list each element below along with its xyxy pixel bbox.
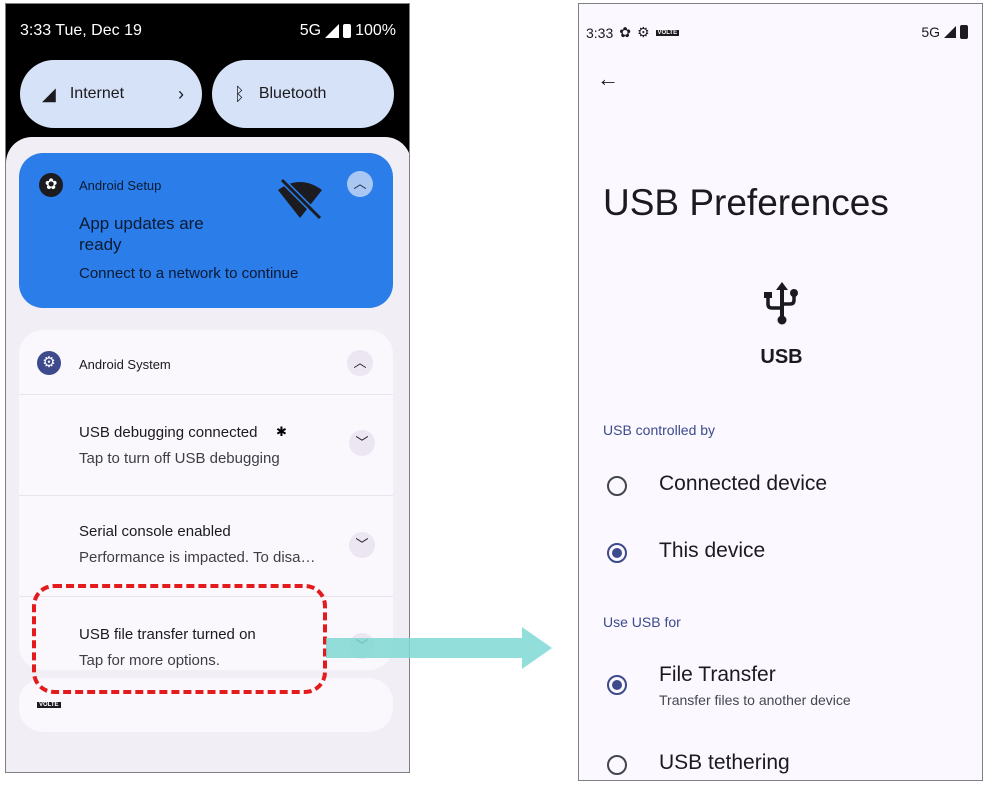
gear-icon: ✿ [39, 173, 63, 197]
settings-icon: ⚙ [37, 351, 61, 375]
radio-button[interactable] [607, 755, 627, 775]
arrow-right-icon [326, 627, 552, 669]
status-bar: 3:33 Tue, Dec 19 5G 100% [20, 22, 396, 46]
battery-icon [343, 24, 352, 38]
option-label: Connected device [659, 472, 828, 495]
radio-button[interactable] [607, 476, 627, 496]
collapse-button[interactable]: ︿ [347, 171, 373, 197]
page-title: USB Preferences [603, 182, 889, 223]
notification-app-name: Android Setup [79, 178, 162, 193]
quick-tile-internet[interactable]: ◢ Internet › [20, 60, 202, 128]
quick-tile-label: Bluetooth [258, 85, 327, 102]
notification-title: USB debugging connected [79, 424, 258, 441]
usb-label: USB [760, 346, 803, 368]
option-label: File Transfer [659, 663, 776, 686]
status-bar: 3:33 ✿ ⚙ VOLTE 5G [586, 24, 968, 44]
option-this-device[interactable]: This device [579, 526, 982, 576]
expand-button[interactable]: ﹀ [349, 532, 375, 558]
option-subtitle: Transfer files to another device [659, 692, 851, 708]
signal-icon [944, 26, 956, 38]
notification-body: Connect to a network to continue [79, 265, 299, 282]
network-type: 5G [299, 22, 322, 39]
radio-button-selected[interactable] [607, 675, 627, 695]
bluetooth-icon: ᛒ [234, 83, 245, 104]
debug-icon: ⚙ [636, 24, 650, 40]
wifi-off-icon [278, 178, 323, 220]
option-usb-tethering[interactable]: USB tethering [579, 739, 982, 780]
quick-tile-label: Internet [69, 85, 125, 102]
section-header-controlled-by: USB controlled by [603, 422, 716, 438]
notification-body: Tap to turn off USB debugging [79, 450, 280, 467]
network-type: 5G [921, 24, 940, 40]
notification-title: Serial console enabled [79, 523, 231, 540]
notification-serial-console[interactable]: Serial console enabled Performance is im… [19, 495, 393, 593]
collapse-group-button[interactable]: ︿ [347, 350, 373, 376]
notification-title: App updates are ready [79, 214, 204, 254]
bug-icon: ✱ [276, 424, 287, 439]
signal-icon: ◢ [42, 83, 56, 104]
settings-icon: ✿ [619, 24, 631, 40]
option-connected-device[interactable]: Connected device [579, 459, 982, 509]
status-time: 3:33 [586, 24, 614, 41]
status-right: 5G [921, 24, 968, 40]
status-right: 5G 100% [300, 22, 396, 40]
battery-icon [960, 25, 968, 39]
quick-tile-bluetooth[interactable]: ᛒ Bluetooth [212, 60, 394, 128]
signal-icon [325, 24, 340, 38]
notification-app-name: Android System [79, 357, 171, 372]
notification-body: Performance is impacted. To disa… [79, 549, 316, 566]
option-label: USB tethering [659, 751, 790, 774]
android-setup-notification[interactable]: ✿ Android Setup App updates are ready Co… [19, 153, 393, 308]
highlight-dashed-box [32, 584, 327, 694]
volte-badge: VOLTE [655, 29, 680, 36]
usb-preferences-screen: 3:33 ✿ ⚙ VOLTE 5G ← USB Preferences USB … [578, 3, 983, 781]
option-label: This device [659, 539, 766, 562]
status-left: 3:33 ✿ ⚙ VOLTE [586, 24, 680, 41]
option-file-transfer[interactable]: File Transfer Transfer files to another … [579, 652, 982, 712]
radio-button-selected[interactable] [607, 543, 627, 563]
notification-usb-debugging[interactable]: USB debugging connected ✱ Tap to turn of… [19, 394, 393, 492]
chevron-right-icon: › [178, 83, 184, 104]
expand-button[interactable]: ﹀ [349, 430, 375, 456]
volte-badge: VOLTE [37, 702, 61, 708]
battery-percent: 100% [355, 22, 396, 39]
back-arrow-icon[interactable]: ← [597, 66, 619, 92]
usb-icon [764, 282, 798, 325]
status-time-date: 3:33 Tue, Dec 19 [20, 22, 142, 39]
section-header-use-usb-for: Use USB for [603, 614, 681, 630]
